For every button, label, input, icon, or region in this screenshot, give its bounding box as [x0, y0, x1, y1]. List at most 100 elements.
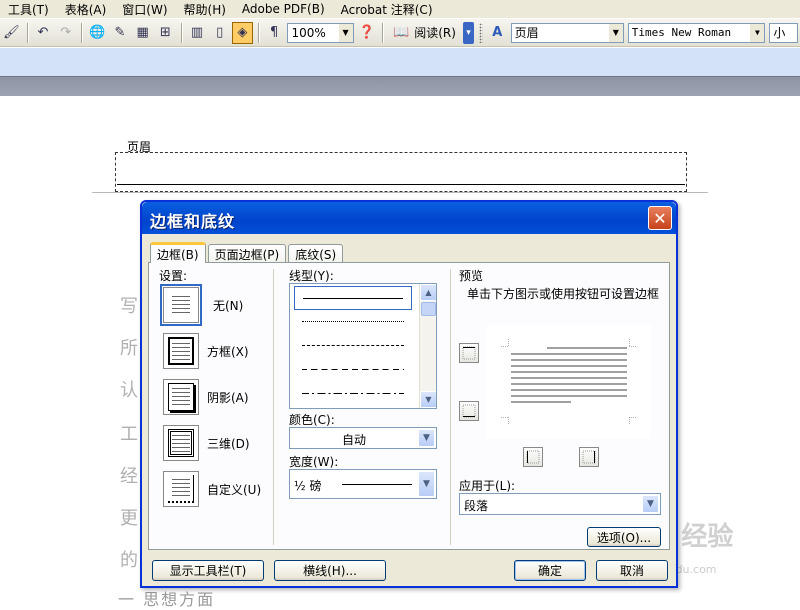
toolbar-grip[interactable] — [479, 22, 483, 43]
chevron-down-icon: ▼ — [418, 429, 435, 447]
close-icon[interactable]: ✕ — [648, 206, 672, 230]
setting-box[interactable]: 方框(X) — [163, 333, 249, 369]
apply-to-select[interactable]: 段落 ▼ — [459, 493, 661, 515]
width-select[interactable]: ½ 磅 ▼ — [289, 469, 437, 499]
header-underline — [117, 184, 685, 185]
menu-tools[interactable]: 工具(T) — [0, 1, 57, 18]
zoom-value: 100% — [291, 25, 326, 40]
insert-excel-icon[interactable]: ⊞ — [155, 22, 176, 44]
setting-box-icon — [163, 333, 199, 369]
left-border-icon — [526, 450, 540, 464]
chevron-down-icon: ▼ — [338, 23, 353, 42]
top-border-icon — [462, 346, 476, 360]
styles-icon[interactable]: A — [487, 22, 508, 44]
insert-table-icon[interactable]: ▦ — [132, 22, 153, 44]
options-button[interactable]: 选项(O)... — [587, 527, 661, 547]
setting-shadow[interactable]: 阴影(A) — [163, 379, 249, 415]
read-button[interactable]: 📖 阅读(R) — [390, 22, 458, 44]
show-toolbar-button[interactable]: 显示工具栏(T) — [152, 560, 264, 581]
toolbar-separator — [257, 22, 259, 43]
zoom-combo[interactable]: 100% ▼ — [287, 22, 354, 43]
cancel-button[interactable]: 取消 — [596, 560, 668, 581]
font-size-combo[interactable]: 小 — [769, 22, 798, 43]
line-style-dash-dot[interactable] — [294, 382, 412, 406]
line-style-scrollbar[interactable]: ▲ ▼ — [419, 284, 436, 408]
setting-label: 方框(X) — [207, 344, 249, 359]
line-style-dashed[interactable] — [294, 358, 412, 382]
color-value: 自动 — [342, 433, 367, 447]
undo-icon[interactable]: ↶ — [33, 22, 54, 44]
help-icon[interactable]: ❓ — [357, 22, 378, 44]
tables-borders-icon[interactable]: ✎ — [110, 22, 131, 44]
redo-icon[interactable]: ↷ — [55, 22, 76, 44]
horizontal-line-button[interactable]: 横线(H)... — [274, 560, 386, 581]
font-size-value: 小 — [773, 26, 786, 40]
preview-hint: 单击下方图示或使用按钮可设置边框 — [467, 287, 660, 301]
line-style-dotted[interactable] — [294, 310, 412, 334]
scroll-up-icon[interactable]: ▲ — [420, 284, 436, 301]
hyperlink-icon[interactable]: 🌐 — [87, 22, 108, 44]
menu-help[interactable]: 帮助(H) — [176, 1, 234, 18]
read-button-label: 阅读(R) — [414, 26, 456, 40]
tab-borders[interactable]: 边框(B) — [150, 242, 206, 263]
top-border-button[interactable] — [459, 343, 479, 363]
bottom-border-icon — [462, 404, 476, 418]
body-char: 更 — [120, 508, 138, 529]
line-style-solid[interactable] — [294, 286, 412, 310]
font-combo[interactable]: Times New Roman ▼ — [627, 22, 766, 43]
border-preview[interactable] — [487, 325, 651, 439]
apply-to-label: 应用于(L): — [459, 479, 516, 493]
toolbar-options-icon[interactable]: ▾ — [462, 21, 475, 44]
toolbar-band — [0, 48, 800, 76]
drawing-icon[interactable]: ▯ — [209, 22, 230, 44]
tab-panel: 设置: 无(N) 方框(X) 阴影(A) 三维(D) 自定义(U) 线型(Y):… — [148, 262, 670, 550]
dialog-tabs: 边框(B) 页面边框(P) 底纹(S) — [150, 242, 345, 263]
settings-title: 设置: — [159, 269, 188, 283]
document-map-icon[interactable]: ◈ — [232, 21, 253, 44]
menu-bar: 工具(T) 表格(A) 窗口(W) 帮助(H) Adobe PDF(B) Acr… — [0, 0, 800, 18]
line-style-label: 线型(Y): — [289, 269, 334, 283]
menu-acrobat-comments[interactable]: Acrobat 注释(C) — [333, 1, 441, 18]
setting-3d[interactable]: 三维(D) — [163, 425, 250, 461]
body-char: 认 — [120, 380, 138, 401]
color-select[interactable]: 自动 ▼ — [289, 427, 437, 449]
scroll-thumb[interactable] — [421, 302, 436, 316]
line-style-dashed-small[interactable] — [294, 334, 412, 358]
setting-label: 三维(D) — [207, 436, 250, 451]
chevron-down-icon: ▼ — [750, 23, 765, 42]
style-combo[interactable]: 页眉 ▼ — [510, 22, 624, 43]
body-char: 工 — [120, 424, 138, 445]
ok-button[interactable]: 确定 — [514, 560, 586, 581]
toolbar-separator — [382, 22, 384, 43]
menu-window[interactable]: 窗口(W) — [114, 1, 175, 18]
tab-shading[interactable]: 底纹(S) — [288, 244, 344, 263]
scroll-down-icon[interactable]: ▼ — [420, 391, 436, 408]
bottom-border-button[interactable] — [459, 401, 479, 421]
setting-custom[interactable]: 自定义(U) — [163, 471, 261, 507]
right-border-button[interactable] — [579, 447, 599, 467]
width-value: ½ 磅 — [294, 479, 322, 493]
setting-3d-icon — [163, 425, 199, 461]
body-text-line: 一 思想方面 — [118, 590, 216, 609]
left-border-button[interactable] — [523, 447, 543, 467]
setting-shadow-icon — [163, 379, 199, 415]
toolbar-separator — [81, 22, 82, 43]
line-style-list[interactable]: ▲ ▼ — [289, 283, 437, 409]
column-divider — [273, 269, 274, 545]
menu-adobe-pdf[interactable]: Adobe PDF(B) — [234, 2, 333, 16]
borders-shading-dialog: 边框和底纹 ✕ 边框(B) 页面边框(P) 底纹(S) 设置: 无(N) 方框(… — [140, 200, 678, 588]
color-label: 颜色(C): — [289, 413, 335, 427]
tab-page-border[interactable]: 页面边框(P) — [207, 244, 287, 263]
menu-table[interactable]: 表格(A) — [57, 1, 115, 18]
width-label: 宽度(W): — [289, 455, 339, 469]
dialog-title: 边框和底纹 — [150, 212, 236, 231]
toolbar-separator — [180, 22, 182, 43]
format-painter-icon[interactable]: 🖌 — [1, 22, 22, 44]
header-region[interactable] — [115, 152, 687, 192]
show-hide-icon[interactable]: ¶ — [264, 22, 285, 44]
setting-none[interactable]: 无(N) — [160, 284, 243, 326]
apply-to-value: 段落 — [464, 499, 489, 513]
dialog-titlebar[interactable]: 边框和底纹 ✕ — [142, 202, 676, 234]
column-divider — [450, 269, 451, 545]
columns-icon[interactable]: ▥ — [187, 22, 208, 44]
